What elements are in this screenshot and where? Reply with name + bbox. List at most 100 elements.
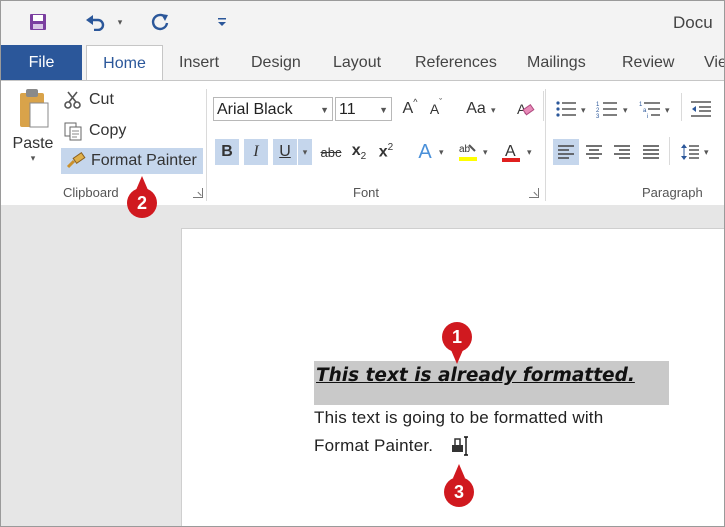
change-case-button[interactable]: Aa (461, 96, 491, 122)
align-right-button[interactable] (610, 139, 634, 165)
justify-button[interactable] (639, 139, 663, 165)
italic-button[interactable]: I (244, 139, 268, 165)
shrink-font-button[interactable]: Aˇ (424, 96, 448, 122)
word-window: ▾ Docu File Home Insert Design Layout Re… (0, 0, 725, 527)
callout-3: 3 (444, 477, 474, 507)
undo-icon[interactable] (81, 9, 111, 35)
font-size-value: 11 (339, 101, 356, 118)
paste-icon (20, 89, 49, 128)
font-name-value: Arial Black (217, 101, 293, 118)
clear-formatting-button[interactable]: A (513, 96, 537, 122)
paste-label: Paste (12, 135, 54, 152)
align-center-button[interactable] (582, 139, 606, 165)
line-spacing-icon (681, 144, 699, 160)
decrease-indent-icon (691, 101, 711, 117)
copy-icon (64, 122, 82, 141)
separator (543, 91, 544, 121)
align-left-button[interactable] (553, 139, 579, 165)
highlight-color-button[interactable]: ab (456, 139, 480, 165)
ribbon-home: Paste ▾ Cut Copy Format Painter Clipboar… (1, 80, 724, 206)
tab-layout[interactable]: Layout (333, 45, 381, 80)
underline-dropdown-icon[interactable]: ▾ (298, 139, 312, 165)
superscript-button[interactable]: x2 (374, 139, 398, 165)
chevron-down-icon[interactable]: ▾ (439, 147, 444, 158)
clipboard-group-label: Clipboard (63, 185, 119, 200)
decrease-indent-button[interactable] (689, 96, 713, 122)
font-size-box[interactable]: 11 ▼ (335, 97, 392, 121)
font-color-button[interactable]: A (499, 139, 523, 165)
svg-text:3: 3 (596, 114, 600, 118)
ribbon-tabs: File Home Insert Design Layout Reference… (1, 45, 724, 81)
save-icon[interactable] (25, 9, 51, 35)
chevron-down-icon[interactable]: ▾ (704, 147, 709, 158)
strikethrough-button[interactable]: abc (317, 139, 345, 165)
align-left-icon (558, 145, 574, 159)
scissors-icon (64, 91, 81, 109)
callout-1-pointer (451, 350, 463, 364)
tab-insert[interactable]: Insert (179, 45, 219, 80)
font-launcher-icon[interactable] (529, 188, 539, 198)
font-name-box[interactable]: Arial Black ▼ (213, 97, 333, 121)
copy-button[interactable]: Copy (63, 120, 126, 142)
formatted-text-selection[interactable]: This text is already formatted. (314, 361, 669, 405)
tab-file[interactable]: File (1, 45, 82, 80)
redo-icon[interactable] (147, 9, 173, 35)
tab-home[interactable]: Home (86, 45, 163, 81)
document-title: Docu (673, 13, 713, 32)
subscript-button[interactable]: x2 (347, 139, 371, 165)
text-effects-icon[interactable]: A (413, 139, 437, 165)
chevron-down-icon[interactable]: ▾ (581, 105, 586, 116)
chevron-down-icon[interactable]: ▾ (491, 105, 496, 116)
bold-button[interactable]: B (215, 139, 239, 165)
underline-button[interactable]: U (273, 139, 297, 165)
tab-design[interactable]: Design (251, 45, 301, 80)
paste-button[interactable]: Paste ▾ (11, 87, 55, 167)
numbering-button[interactable]: 123 (595, 96, 619, 122)
chevron-down-icon[interactable]: ▼ (320, 98, 329, 122)
separator (669, 137, 670, 165)
paragraph-group-label: Paragraph (642, 185, 703, 200)
chevron-down-icon[interactable]: ▾ (665, 105, 670, 116)
group-separator (206, 89, 207, 201)
tab-mailings[interactable]: Mailings (527, 45, 586, 80)
callout-3-pointer (453, 464, 465, 478)
tab-view[interactable]: Vie (704, 45, 724, 80)
cut-button[interactable]: Cut (63, 89, 114, 111)
clipboard-launcher-icon[interactable] (193, 188, 203, 198)
bullets-button[interactable] (554, 96, 578, 122)
callout-1: 1 (442, 322, 472, 352)
shrink-font-icon: A (429, 101, 440, 117)
svg-text:i: i (647, 114, 648, 118)
separator (681, 93, 682, 121)
format-painter-cursor-icon (452, 436, 468, 456)
tab-references[interactable]: References (415, 45, 497, 80)
paintbrush-icon (66, 151, 86, 169)
font-color-icon: A (502, 143, 520, 162)
subscript-icon: x2 (351, 141, 367, 163)
align-right-icon (614, 145, 630, 159)
formatted-text: This text is already formatted. (316, 365, 635, 386)
paste-dropdown-icon[interactable]: ▾ (31, 153, 36, 164)
numbering-icon: 123 (596, 102, 617, 118)
line-spacing-button[interactable] (678, 139, 702, 165)
quick-access-toolbar: ▾ Docu (1, 1, 724, 45)
multilevel-list-button[interactable]: 1ai (638, 96, 662, 122)
customize-qat-icon[interactable] (215, 9, 229, 35)
format-painter-button[interactable]: Format Painter (61, 148, 203, 174)
align-center-icon (586, 145, 602, 159)
body-text-line-2[interactable]: Format Painter. (314, 436, 433, 456)
grow-font-button[interactable]: A ^ (398, 96, 422, 122)
chevron-down-icon[interactable]: ▾ (623, 105, 628, 116)
highlighter-icon: ab (459, 144, 477, 161)
justify-icon (643, 145, 659, 159)
superscript-icon: x2 (378, 142, 394, 161)
body-text-line-1[interactable]: This text is going to be formatted with (314, 408, 603, 428)
copy-label: Copy (89, 122, 127, 139)
chevron-down-icon[interactable]: ▾ (527, 147, 532, 158)
chevron-down-icon[interactable]: ▾ (483, 147, 488, 158)
undo-dropdown-icon[interactable]: ▾ (113, 9, 127, 35)
font-group-label: Font (353, 185, 380, 200)
cut-label: Cut (89, 91, 114, 108)
tab-review[interactable]: Review (622, 45, 674, 80)
chevron-down-icon[interactable]: ▼ (379, 98, 388, 122)
